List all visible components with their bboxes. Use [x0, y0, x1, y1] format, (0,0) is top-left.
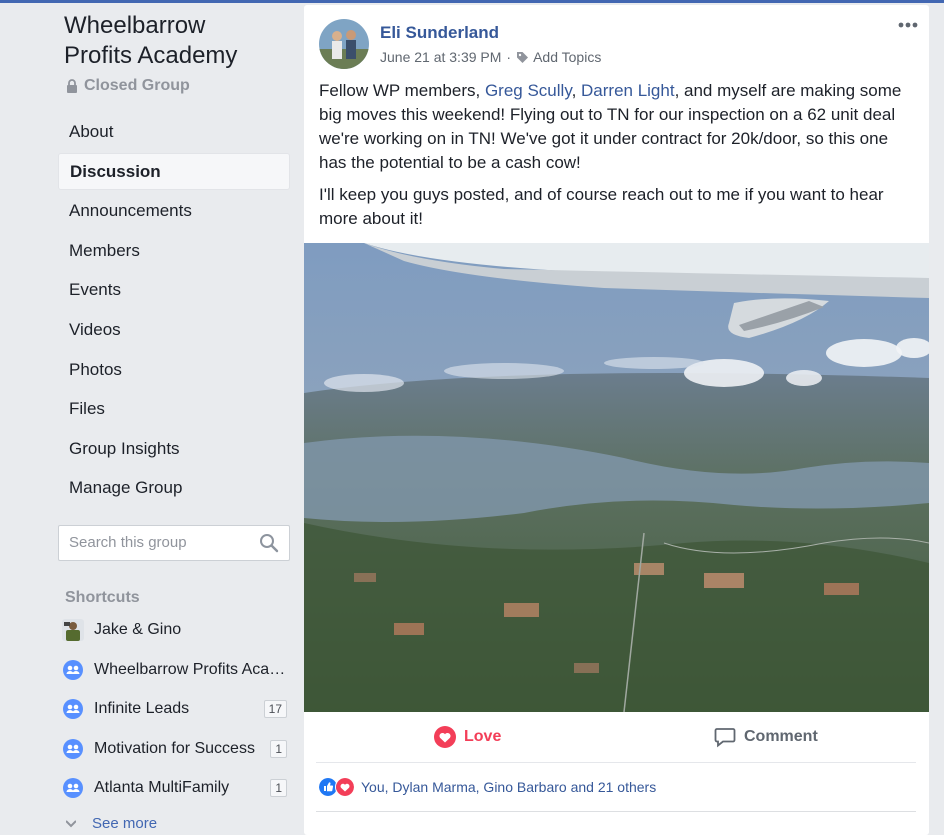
notification-count-badge: 1: [270, 779, 287, 797]
shortcut-atlanta[interactable]: Atlanta MultiFamily 1: [62, 775, 287, 801]
nav-item-videos[interactable]: Videos: [58, 311, 290, 348]
nav-item-files[interactable]: Files: [58, 390, 290, 427]
shortcuts-heading: Shortcuts: [65, 589, 140, 606]
love-label: Love: [464, 728, 502, 745]
notification-count-badge: 17: [263, 700, 287, 718]
group-icon: [63, 739, 83, 759]
shortcut-label: Jake & Gino: [94, 621, 182, 638]
group-title-line2[interactable]: Profits Academy: [64, 41, 294, 71]
tag-icon: [517, 51, 529, 63]
post-body: Fellow WP members, Greg Scully, Darren L…: [319, 79, 919, 239]
lock-icon: [67, 79, 77, 93]
divider: [316, 762, 916, 763]
group-icon: [63, 778, 83, 798]
comment-icon: [714, 728, 736, 748]
shortcut-wheelbarrow[interactable]: Wheelbarrow Profits Academy: [62, 657, 287, 683]
comment-button[interactable]: Comment: [714, 716, 818, 758]
shortcut-label: Wheelbarrow Profits Academy: [94, 661, 287, 678]
nav-item-members[interactable]: Members: [58, 232, 290, 269]
notification-count-badge: 1: [270, 740, 287, 758]
search-input[interactable]: [69, 534, 249, 551]
group-privacy: Closed Group: [66, 77, 190, 95]
post-text: ,: [571, 81, 582, 100]
heart-icon: [434, 726, 456, 748]
group-title[interactable]: Wheelbarrow Profits Academy: [64, 11, 294, 71]
shortcut-label: Infinite Leads: [94, 700, 190, 717]
group-icon: [63, 660, 83, 680]
nav-item-events[interactable]: Events: [58, 271, 290, 308]
mention-link[interactable]: Darren Light: [581, 81, 675, 100]
love-button[interactable]: Love: [434, 716, 501, 758]
avatar-photo: [319, 19, 369, 69]
author-name[interactable]: Eli Sunderland: [380, 23, 499, 43]
post-text: Fellow WP members,: [319, 81, 485, 100]
post-paragraph-2: I'll keep you guys posted, and of course…: [319, 185, 884, 228]
post-actions: Love Comment: [304, 716, 929, 758]
nav-item-announcements[interactable]: Announcements: [58, 192, 290, 229]
person-avatar-icon: [62, 619, 84, 641]
reactions-summary[interactable]: You, Dylan Marma, Gino Barbaro and 21 ot…: [318, 777, 656, 797]
post-meta: June 21 at 3:39 PM · Add Topics: [380, 49, 601, 65]
group-icon: [63, 699, 83, 719]
love-reaction-icon: [335, 777, 355, 797]
post-photo[interactable]: [304, 243, 929, 712]
group-sidebar: Wheelbarrow Profits Academy Closed Group…: [0, 3, 300, 832]
reactions-text[interactable]: You, Dylan Marma, Gino Barbaro and 21 ot…: [361, 779, 656, 795]
search-icon[interactable]: [259, 533, 279, 553]
shortcut-label: Atlanta MultiFamily: [94, 779, 230, 796]
nav-item-discussion[interactable]: Discussion: [58, 152, 290, 190]
shortcut-jake-gino[interactable]: Jake & Gino: [62, 617, 287, 643]
shortcut-infinite-leads[interactable]: Infinite Leads 17: [62, 696, 287, 722]
add-topics-link[interactable]: Add Topics: [533, 49, 601, 65]
divider: [316, 811, 916, 812]
more-options-icon[interactable]: [897, 20, 919, 30]
aerial-view-image: [304, 243, 929, 712]
post-paragraph-1: Fellow WP members, Greg Scully, Darren L…: [319, 79, 919, 175]
separator-dot: ·: [506, 49, 512, 65]
nav-item-manage-group[interactable]: Manage Group: [58, 469, 290, 506]
nav-item-photos[interactable]: Photos: [58, 351, 290, 388]
mention-link[interactable]: Greg Scully: [485, 81, 572, 100]
shortcut-label: Motivation for Success: [94, 740, 255, 757]
group-title-line1[interactable]: Wheelbarrow: [64, 11, 294, 41]
comment-label: Comment: [744, 728, 818, 745]
group-search[interactable]: [58, 525, 290, 561]
nav-item-group-insights[interactable]: Group Insights: [58, 430, 290, 467]
privacy-label: Closed Group: [84, 77, 190, 94]
nav-item-about[interactable]: About: [58, 113, 290, 150]
author-avatar[interactable]: [319, 19, 369, 69]
post-timestamp[interactable]: June 21 at 3:39 PM: [380, 49, 501, 65]
post-card: Eli Sunderland June 21 at 3:39 PM · Add …: [304, 5, 929, 835]
group-nav: About Discussion Announcements Members E…: [58, 113, 290, 509]
shortcut-motivation[interactable]: Motivation for Success 1: [62, 736, 287, 762]
